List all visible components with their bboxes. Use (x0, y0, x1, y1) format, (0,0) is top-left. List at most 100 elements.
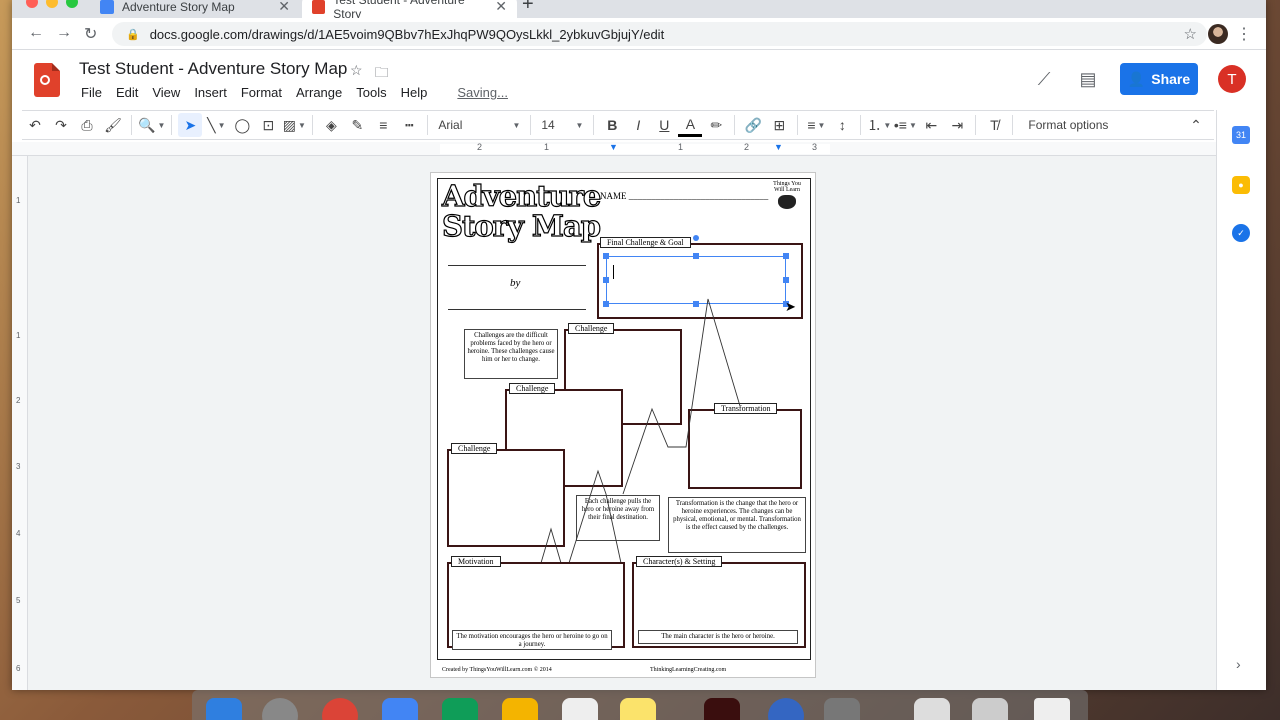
finder-icon[interactable] (206, 698, 242, 720)
resize-handle[interactable] (693, 301, 699, 307)
activity-trend-icon[interactable]: ⟋ (1032, 69, 1056, 90)
bold-icon[interactable]: B (600, 113, 624, 137)
clear-formatting-icon[interactable]: T̸ (982, 113, 1006, 137)
menu-insert[interactable]: Insert (187, 85, 234, 100)
move-folder-icon[interactable]: 🗀 (375, 62, 389, 86)
select-tool-icon[interactable]: ➤ (178, 113, 203, 137)
calendar-app-icon[interactable] (562, 698, 598, 720)
document-preview-icon[interactable] (914, 698, 950, 720)
indent-marker-icon[interactable]: ▼ (609, 142, 618, 152)
docs-icon[interactable] (382, 698, 418, 720)
transformation-box[interactable] (688, 409, 802, 489)
trash-icon[interactable] (1034, 698, 1070, 720)
document-title[interactable]: Test Student - Adventure Story Map (79, 59, 347, 79)
notes-icon[interactable] (620, 698, 656, 720)
close-window-button[interactable] (26, 0, 38, 8)
keep-icon[interactable]: ● (1232, 176, 1250, 194)
add-comment-icon[interactable]: ⊞ (767, 113, 791, 137)
image-icon[interactable]: ▨ ▼ (282, 113, 306, 137)
close-tab-icon[interactable]: ✕ (495, 0, 507, 15)
shape-tool-icon[interactable]: ◯ (230, 113, 254, 137)
drawing-page[interactable]: Adventure Story Map NAME _______________… (430, 172, 816, 678)
align-icon[interactable]: ≡ ▼ (804, 113, 828, 137)
zoom-icon[interactable]: 🔍 ▼ (138, 113, 165, 137)
save-status[interactable]: Saving... (450, 85, 515, 100)
new-tab-button[interactable]: + (522, 0, 534, 16)
back-icon[interactable]: ← (28, 24, 44, 42)
text-color-icon[interactable]: A (678, 113, 703, 137)
tab-test-student[interactable]: Test Student - Adventure Story ✕ (302, 0, 517, 21)
rotate-handle[interactable] (693, 235, 699, 241)
window-preview-icon[interactable] (972, 698, 1008, 720)
tasks-icon[interactable]: ✓ (1232, 224, 1250, 242)
launchpad-icon[interactable] (262, 698, 298, 720)
menu-format[interactable]: Format (234, 85, 289, 100)
minimize-window-button[interactable] (46, 0, 58, 8)
owl-logo: Things You Will Learn (768, 181, 806, 217)
numbered-list-icon[interactable]: ⒈ ▼ (867, 113, 891, 137)
text-box-icon[interactable]: ⊡ (256, 113, 280, 137)
font-family-select[interactable]: Arial ▼ (434, 113, 524, 137)
maximize-window-button[interactable] (66, 0, 78, 8)
bulleted-list-icon[interactable]: •≡ ▼ (893, 113, 917, 137)
menu-edit[interactable]: Edit (109, 85, 145, 100)
underline-icon[interactable]: U (652, 113, 676, 137)
reload-icon[interactable]: ↻ (84, 24, 97, 44)
star-icon[interactable]: ☆ (350, 62, 363, 86)
sheets-icon[interactable] (442, 698, 478, 720)
increase-indent-icon[interactable]: ⇥ (945, 113, 969, 137)
menu-view[interactable]: View (145, 85, 187, 100)
challenge-box-1[interactable] (447, 449, 565, 547)
resize-handle[interactable] (603, 253, 609, 259)
bookmark-star-icon[interactable]: ☆ (1184, 25, 1197, 43)
collapse-toolbar-icon[interactable]: ⌃ (1184, 113, 1208, 137)
drawing-canvas[interactable]: Adventure Story Map NAME _______________… (28, 156, 1216, 690)
forward-icon[interactable]: → (56, 24, 72, 42)
highlight-color-icon[interactable]: ✏ (704, 113, 728, 137)
resize-handle[interactable] (603, 277, 609, 283)
link-icon[interactable]: 🔗 (741, 113, 765, 137)
menu-help[interactable]: Help (394, 85, 435, 100)
format-options-button[interactable]: Format options (1028, 113, 1108, 137)
browser-menu-icon[interactable]: ⋮ (1236, 24, 1252, 44)
acrobat-icon[interactable] (704, 698, 740, 720)
italic-icon[interactable]: I (626, 113, 650, 137)
tab-adventure-story-map[interactable]: Adventure Story Map ✕ (90, 0, 300, 18)
chrome-icon[interactable] (322, 698, 358, 720)
line-tool-icon[interactable]: ╲ ▼ (204, 113, 228, 137)
resize-handle[interactable] (693, 253, 699, 259)
resize-handle[interactable] (783, 277, 789, 283)
share-button[interactable]: 👤 Share (1120, 63, 1198, 95)
selected-text-box[interactable] (606, 256, 786, 304)
right-indent-marker-icon[interactable]: ▼ (774, 142, 783, 152)
app-icon[interactable] (768, 698, 804, 720)
fill-color-icon[interactable]: ◈ (319, 113, 343, 137)
resize-handle[interactable] (783, 253, 789, 259)
profile-avatar[interactable] (1208, 24, 1228, 44)
close-tab-icon[interactable]: ✕ (278, 0, 290, 15)
border-weight-icon[interactable]: ≡ (371, 113, 395, 137)
font-size-select[interactable]: 14 ▼ (537, 113, 587, 137)
expand-panel-icon[interactable]: › (1236, 656, 1241, 672)
url-field[interactable]: 🔒 docs.google.com/drawings/d/1AE5voim9QB… (112, 22, 1207, 46)
menu-tools[interactable]: Tools (349, 85, 393, 100)
motivation-label: Motivation (451, 556, 501, 567)
paint-format-icon[interactable]: 🖌 (101, 113, 125, 137)
line-spacing-icon[interactable]: ↕ (830, 113, 854, 137)
resize-handle[interactable] (603, 301, 609, 307)
slides-icon[interactable] (502, 698, 538, 720)
account-avatar[interactable]: T (1218, 65, 1246, 93)
print-icon[interactable]: ⎙ (75, 113, 99, 137)
menu-file[interactable]: File (74, 85, 109, 100)
border-color-icon[interactable]: ✎ (345, 113, 369, 137)
comments-icon[interactable]: ▤ (1076, 69, 1100, 90)
border-dash-icon[interactable]: ┅ (397, 113, 421, 137)
menu-arrange[interactable]: Arrange (289, 85, 349, 100)
macos-dock (192, 690, 1088, 720)
system-preferences-icon[interactable] (824, 698, 860, 720)
calendar-icon[interactable]: 31 (1232, 126, 1250, 144)
decrease-indent-icon[interactable]: ⇤ (919, 113, 943, 137)
redo-icon[interactable]: ↷ (49, 113, 73, 137)
drawings-logo-icon[interactable] (34, 63, 60, 97)
undo-icon[interactable]: ↶ (23, 113, 47, 137)
